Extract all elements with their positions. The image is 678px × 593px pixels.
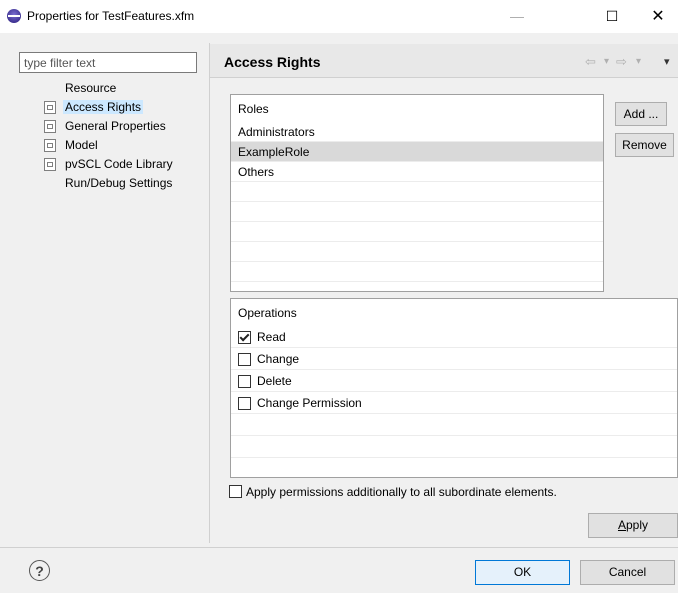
table-row-empty (231, 242, 603, 262)
tree-item-access-rights[interactable]: Access Rights (42, 98, 144, 116)
operations-header: Operations (238, 306, 297, 320)
operation-change[interactable]: Change (231, 348, 677, 370)
checkbox[interactable] (238, 397, 251, 410)
tree-item-resource[interactable]: Resource (42, 79, 116, 97)
property-page-icon (44, 139, 56, 152)
table-row-empty (231, 436, 677, 458)
checkbox[interactable] (238, 375, 251, 388)
roles-table[interactable]: Roles Administrators ExampleRole Others (230, 94, 604, 292)
sash-divider[interactable] (209, 43, 210, 543)
view-menu-icon[interactable]: ▾ (664, 55, 670, 68)
forward-arrow-icon[interactable]: ⇨ (616, 54, 627, 70)
filter-input[interactable] (19, 52, 197, 73)
eclipse-app-icon (7, 9, 21, 23)
apply-subordinate-label: Apply permissions additionally to all su… (246, 485, 557, 499)
property-page-icon (44, 120, 56, 133)
apply-label: pply (626, 518, 649, 532)
apply-mnemonic: A (617, 518, 626, 532)
operation-delete[interactable]: Delete (231, 370, 677, 392)
minimize-button[interactable]: — (494, 0, 540, 33)
tree-item-label: Resource (65, 81, 117, 95)
property-page-icon (44, 158, 56, 171)
tree-item-pvscl-code-library[interactable]: pvSCL Code Library (42, 155, 173, 173)
table-row-empty (231, 262, 603, 282)
roles-header: Roles (238, 102, 269, 116)
apply-button[interactable]: Apply (588, 513, 678, 538)
back-dropdown-icon[interactable]: ▾ (604, 56, 609, 67)
table-row-empty (231, 222, 603, 242)
remove-role-button[interactable]: Remove (615, 133, 674, 157)
operation-read[interactable]: Read (231, 326, 677, 348)
footer-separator (0, 547, 678, 548)
checkbox-checked[interactable] (238, 331, 251, 344)
table-row-empty (231, 202, 603, 222)
operation-label: Read (257, 330, 286, 344)
tree-item-label: Access Rights (63, 100, 144, 114)
table-row-empty (231, 414, 677, 436)
table-row[interactable]: Administrators (231, 122, 603, 142)
table-row[interactable]: ExampleRole (231, 142, 603, 162)
forward-dropdown-icon[interactable]: ▾ (636, 56, 641, 67)
back-arrow-icon[interactable]: ⇦ (585, 54, 596, 70)
page-title: Access Rights (224, 54, 321, 70)
operation-label: Change Permission (257, 396, 362, 410)
tree-item-model[interactable]: Model (42, 136, 98, 154)
tree-item-label: pvSCL Code Library (65, 157, 173, 171)
cancel-button[interactable]: Cancel (580, 560, 675, 585)
ok-button[interactable]: OK (475, 560, 570, 585)
maximize-button[interactable]: ☐ (594, 0, 630, 33)
window-title: Properties for TestFeatures.xfm (27, 9, 195, 23)
operation-change-permission[interactable]: Change Permission (231, 392, 677, 414)
checkbox[interactable] (238, 353, 251, 366)
table-row-empty (231, 182, 603, 202)
tree-item-label: General Properties (65, 119, 166, 133)
tree-item-label: Model (65, 138, 98, 152)
help-icon[interactable]: ? (29, 560, 50, 581)
table-row[interactable]: Others (231, 162, 603, 182)
operation-label: Change (257, 352, 300, 366)
property-page-icon (44, 101, 56, 114)
operations-table[interactable]: Operations Read Change Delete Change Per… (230, 298, 678, 478)
tree-item-run-debug-settings[interactable]: Run/Debug Settings (42, 174, 172, 192)
operation-label: Delete (257, 374, 292, 388)
add-role-button[interactable]: Add ... (615, 102, 667, 126)
checkbox[interactable] (229, 485, 242, 498)
close-button[interactable]: ✕ (638, 0, 678, 33)
tree-item-general-properties[interactable]: General Properties (42, 117, 166, 135)
tree-item-label: Run/Debug Settings (65, 176, 173, 190)
